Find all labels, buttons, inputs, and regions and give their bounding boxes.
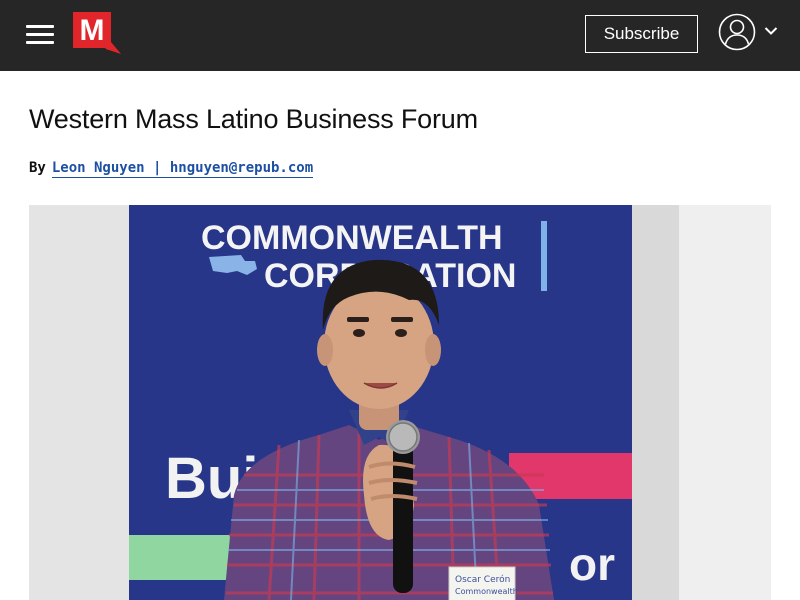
banner-line1: COMMONWEALTH: [201, 219, 503, 257]
masslive-logo[interactable]: M: [73, 12, 121, 56]
name-tag-org: Commonwealth: [455, 587, 518, 596]
article-title: Western Mass Latino Business Forum: [29, 104, 478, 134]
banner-divider: [541, 221, 547, 291]
banner-word-right: or: [569, 538, 615, 590]
menu-line: [26, 33, 54, 36]
user-avatar-icon: [718, 13, 756, 51]
chevron-down-icon: [764, 27, 778, 35]
article-photo: COMMONWEALTH CORPORATION Bui or: [29, 205, 771, 600]
account-menu[interactable]: [718, 13, 782, 53]
photo-illustration: COMMONWEALTH CORPORATION Bui or: [29, 205, 771, 600]
byline-prefix: By: [29, 160, 46, 176]
menu-line: [26, 41, 54, 44]
name-tag-text: Oscar Cerón: [455, 574, 510, 585]
author-link[interactable]: Leon Nguyen | hnguyen@repub.com: [51, 160, 314, 178]
subscribe-button[interactable]: Subscribe: [585, 15, 698, 53]
hamburger-menu-icon[interactable]: [26, 25, 54, 45]
menu-line: [26, 25, 54, 28]
site-header: M Subscribe: [0, 0, 800, 71]
byline: By Leon Nguyen | hnguyen@repub.com: [29, 160, 314, 178]
logo-letter: M: [80, 14, 105, 47]
